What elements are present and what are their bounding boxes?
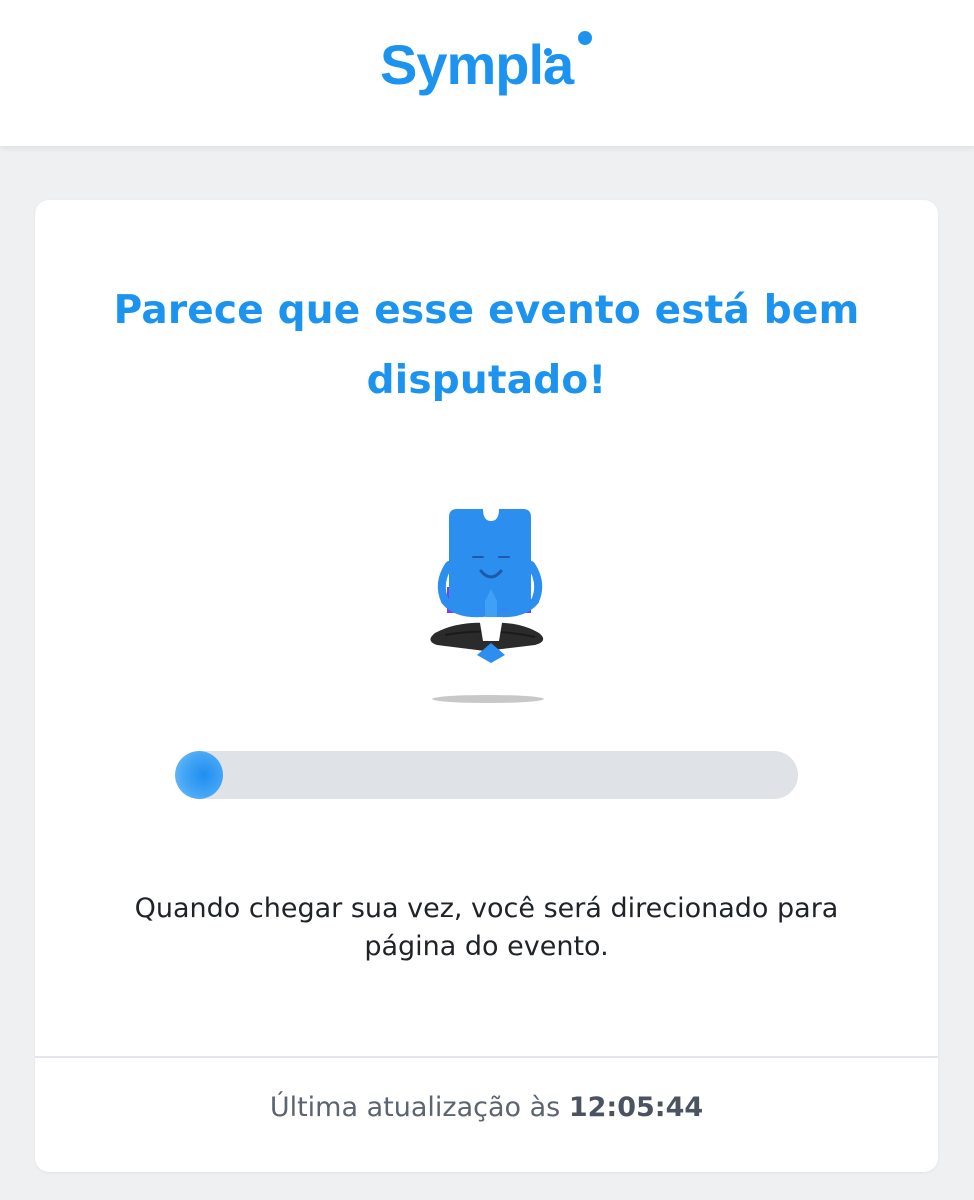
queue-progress-fill (175, 751, 223, 799)
top-bar: Sympla (0, 0, 974, 146)
last-updated: Última atualização às 12:05:44 (35, 1088, 938, 1128)
queue-card: Parece que esse evento está bem disputad… (35, 200, 938, 1172)
meditating-ticket-mascot-icon (430, 509, 544, 703)
queue-progress-bar (175, 751, 798, 799)
last-updated-label: Última atualização às (269, 1092, 561, 1123)
last-updated-time: 12:05:44 (568, 1092, 704, 1123)
page-title: Parece que esse evento está bem disputad… (113, 288, 860, 403)
queue-message: Quando chegar sua vez, você será direcio… (134, 893, 839, 962)
svg-text:Sympla: Sympla (380, 33, 575, 96)
divider (35, 1056, 938, 1058)
sympla-logo[interactable]: Sympla (380, 30, 594, 106)
